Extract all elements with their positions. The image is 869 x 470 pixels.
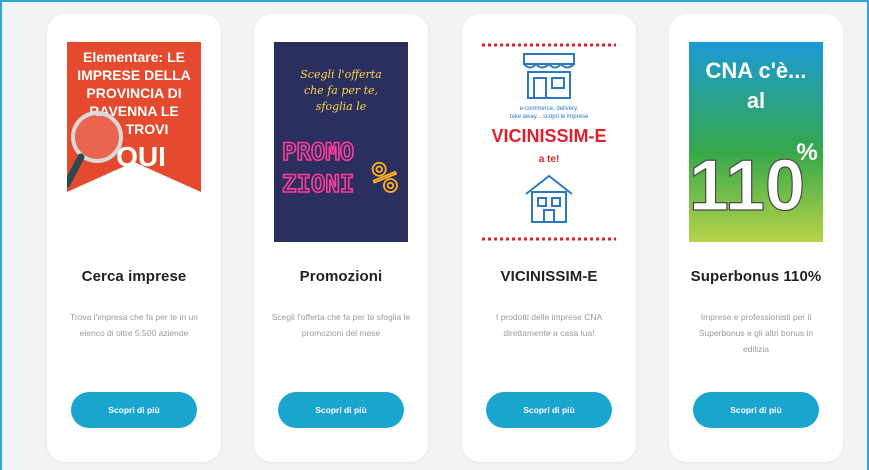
svg-text:che fa per te,: che fa per te, <box>304 84 378 97</box>
superbonus-number: 110 <box>689 146 805 226</box>
svg-text:a te!: a te! <box>539 154 560 165</box>
image-line: Elementare: LE <box>83 49 185 65</box>
card-description: Scegli l'offerta che fa per te sfoglia l… <box>271 312 411 338</box>
svg-text:e-commerce, delivery,: e-commerce, delivery, <box>520 106 579 112</box>
scopri-button-cerca-imprese[interactable]: Scopri di più <box>71 392 197 428</box>
card-promozioni: Scegli l'offerta che fa per te, sfoglia … <box>254 14 428 462</box>
svg-text:Scegli l'offerta: Scegli l'offerta <box>300 68 382 81</box>
card-description: Imprese e professionisti per il Superbon… <box>698 312 814 354</box>
svg-text:CNA c'è...: CNA c'è... <box>706 58 807 83</box>
scopri-button-promozioni[interactable]: Scopri di più <box>278 392 404 428</box>
svg-text:IMPRESE DELLA: IMPRESE DELLA <box>77 67 191 83</box>
card-image-superbonus[interactable]: CNA c'è... al 110 % <box>689 42 823 242</box>
svg-text:VICINISSIM-E: VICINISSIM-E <box>491 126 606 146</box>
scopri-button-vicinissim-e[interactable]: Scopri di più <box>486 392 612 428</box>
card-cerca-imprese: Elementare: LE IMPRESE DELLA PROVINCIA D… <box>47 14 221 462</box>
card-description: I prodotti delle imprese CNA direttament… <box>495 312 603 338</box>
card-vicinissim-e: e-commerce, delivery, take away... scopr… <box>462 14 636 462</box>
svg-text:take away... scopri le imprese: take away... scopri le imprese <box>510 114 589 120</box>
card-title: Promozioni <box>299 268 383 285</box>
card-title: Superbonus 110% <box>690 268 822 285</box>
svg-text:sfoglia le: sfoglia le <box>316 100 367 113</box>
svg-text:%: % <box>796 139 817 166</box>
svg-text:ZIONI: ZIONI <box>282 170 354 198</box>
svg-text:PROVINCIA DI: PROVINCIA DI <box>86 85 181 101</box>
card-description: Trova l'impresa che fa per te in un elen… <box>70 312 198 338</box>
card-image-cerca-imprese[interactable]: Elementare: LE IMPRESE DELLA PROVINCIA D… <box>67 42 201 242</box>
svg-text:TROVI: TROVI <box>126 121 169 137</box>
svg-text:al: al <box>747 88 765 113</box>
svg-text:QUI: QUI <box>116 141 166 172</box>
card-image-promozioni[interactable]: Scegli l'offerta che fa per te, sfoglia … <box>274 42 408 242</box>
scopri-button-superbonus[interactable]: Scopri di più <box>693 392 819 428</box>
svg-text:PROMO: PROMO <box>282 138 354 166</box>
card-image-vicinissim-e[interactable]: e-commerce, delivery, take away... scopr… <box>482 42 616 242</box>
page-frame: Elementare: LE IMPRESE DELLA PROVINCIA D… <box>0 0 869 470</box>
card-title: Cerca imprese <box>81 268 187 285</box>
card-superbonus: CNA c'è... al 110 % Superbonus 110% Impr… <box>669 14 843 462</box>
card-title: VICINISSIM-E <box>500 268 598 285</box>
percent-sign: % <box>372 153 397 202</box>
